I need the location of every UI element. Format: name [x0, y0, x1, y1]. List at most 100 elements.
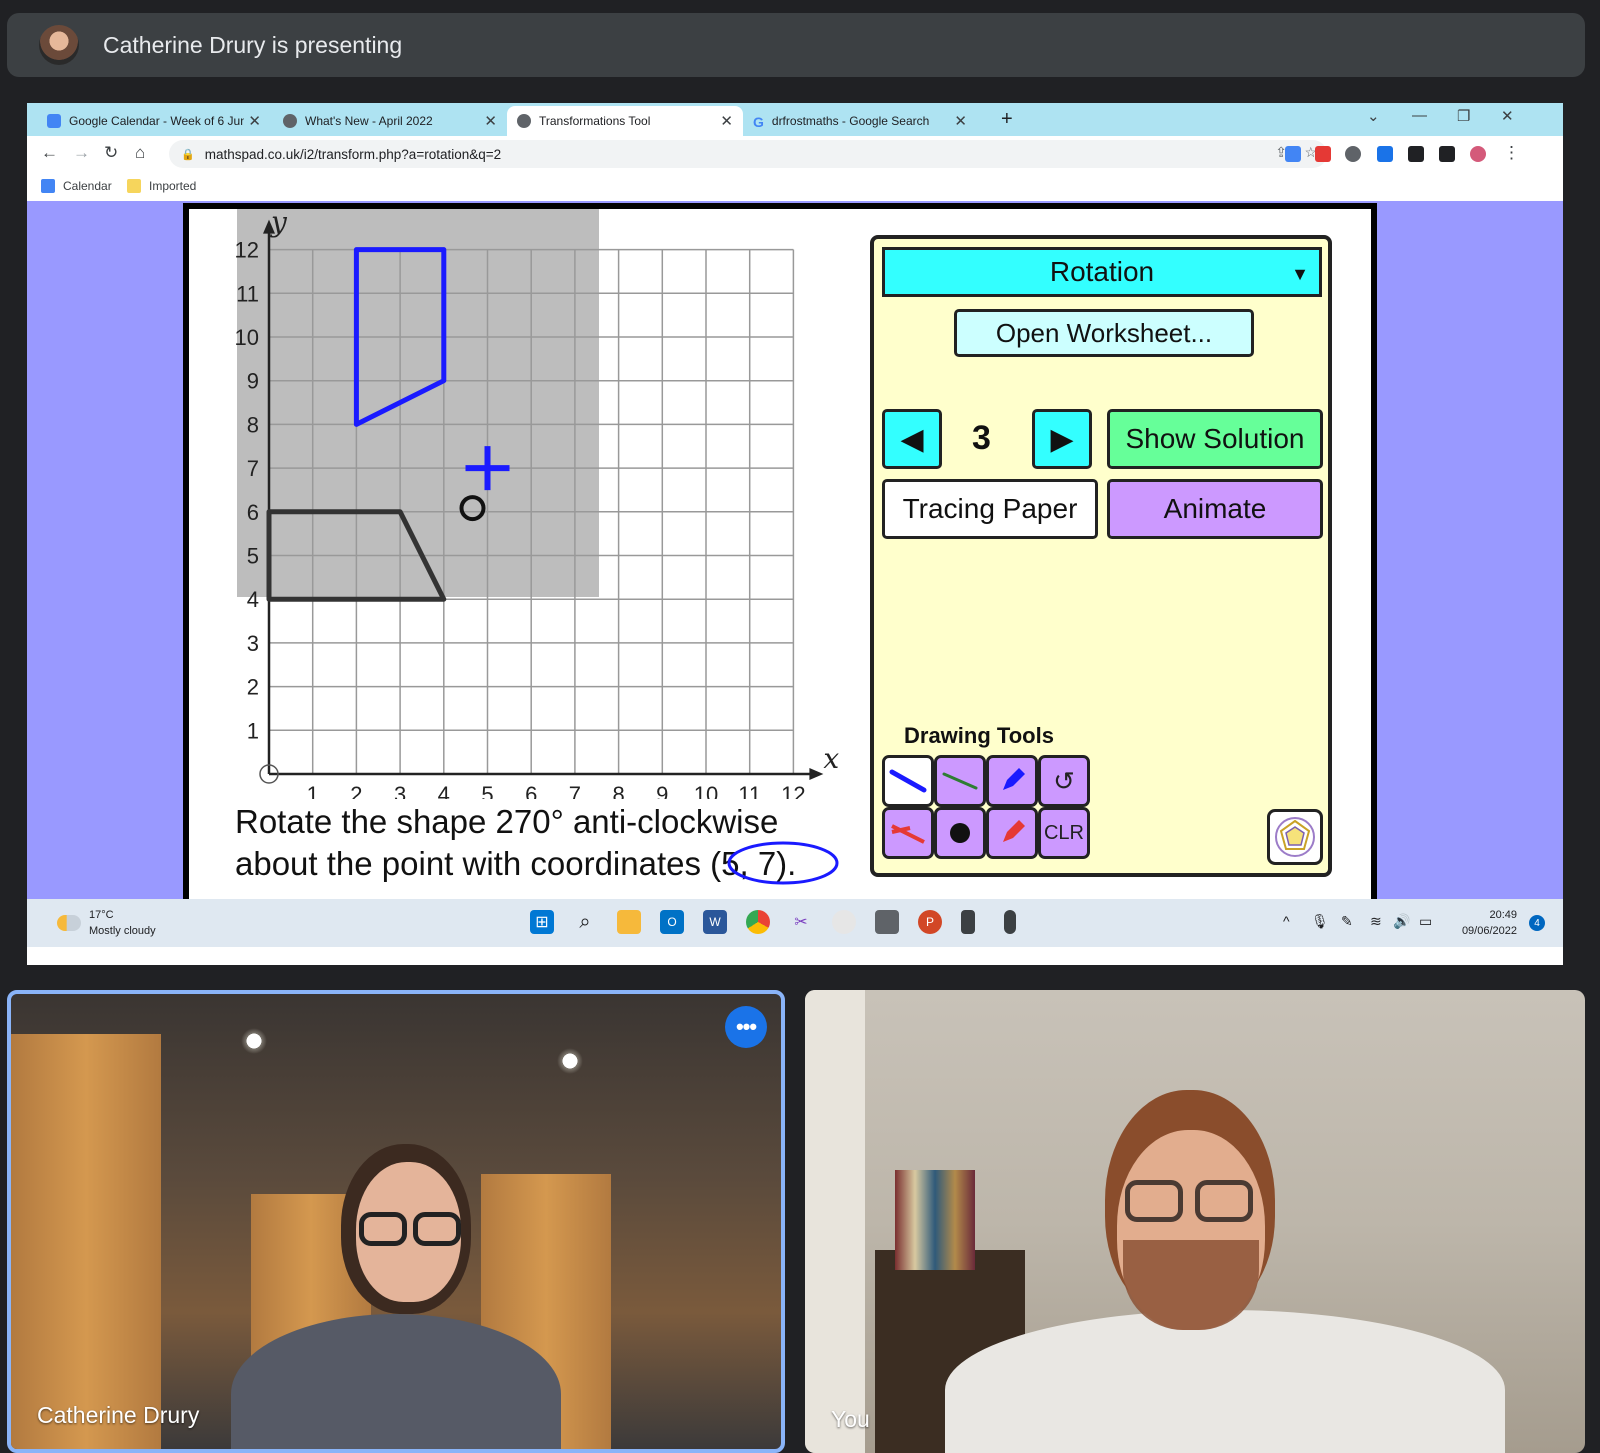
rotate-cursor-icon [459, 495, 486, 522]
close-icon[interactable]: ✕ [484, 112, 497, 130]
back-icon[interactable]: ← [41, 143, 58, 163]
restore-icon[interactable]: ❐ [1457, 107, 1470, 125]
tab-whats-new[interactable]: What's New - April 2022 ✕ [273, 106, 507, 136]
kebab-menu-icon[interactable]: ⋮ [1503, 143, 1520, 163]
browser-tabstrip: Google Calendar - Week of 6 Jun ✕ What's… [27, 103, 1563, 136]
y-tick-label: 4 [247, 587, 259, 612]
y-tick-label: 3 [247, 631, 259, 656]
tab-google-calendar[interactable]: Google Calendar - Week of 6 Jun ✕ [37, 106, 271, 136]
participant-name: Catherine Drury [37, 1402, 200, 1428]
y-tick-label: 6 [247, 500, 259, 525]
wifi-icon[interactable]: ≋ [1370, 913, 1382, 930]
file-explorer-icon[interactable] [617, 910, 641, 934]
glasses [1195, 1180, 1253, 1222]
clock[interactable]: 20:49 09/06/2022 [1462, 907, 1517, 939]
camera-icon[interactable] [875, 910, 899, 934]
tab-search-icon[interactable]: ⌄ [1367, 107, 1380, 125]
notification-badge[interactable]: 4 [1529, 915, 1545, 931]
windows-taskbar: 17°C Mostly cloudy ⊞ ⌕ O W ✂ P ^ 🎙 ✎ ≋ 🔊… [27, 899, 1563, 947]
blue-line-tool[interactable] [882, 755, 934, 807]
word-icon[interactable]: W [703, 910, 727, 934]
side-panel-icon[interactable] [1439, 146, 1455, 162]
background-door [805, 990, 865, 1453]
show-solution-button[interactable]: Show Solution [1107, 409, 1323, 469]
extension-icon[interactable] [1315, 146, 1331, 162]
y-tick-label: 2 [247, 675, 259, 700]
y-axis-label: y [269, 209, 288, 239]
red-pencil-tool[interactable] [986, 807, 1038, 859]
video-tile-catherine[interactable]: ••• Catherine Drury [7, 990, 785, 1453]
extension-icon[interactable] [1377, 146, 1393, 162]
reload-icon[interactable]: ↻ [104, 143, 118, 163]
ceiling-light [241, 1028, 267, 1054]
dot-tool[interactable] [934, 807, 986, 859]
phone-link-icon[interactable] [961, 910, 975, 934]
x-tick-label: 1 [307, 782, 319, 799]
home-icon[interactable]: ⌂ [135, 143, 145, 163]
minimize-icon[interactable]: — [1412, 107, 1427, 124]
close-icon[interactable]: ✕ [248, 112, 261, 130]
pencil-icon [1003, 820, 1025, 842]
red-arrow-tool[interactable] [882, 807, 934, 859]
tab-title: drfrostmaths - Google Search [771, 114, 930, 128]
forward-icon[interactable]: → [73, 143, 90, 163]
weather-widget[interactable]: 17°C Mostly cloudy [57, 907, 156, 939]
bookmark-imported[interactable]: Imported [127, 179, 196, 193]
url-bar[interactable]: 🔒 mathspad.co.uk/i2/transform.php?a=rota… [169, 140, 1327, 168]
open-worksheet-button[interactable]: Open Worksheet... [954, 309, 1254, 357]
new-tab-icon[interactable]: + [1001, 108, 1013, 131]
windows-start-icon[interactable]: ⊞ [530, 910, 554, 934]
more-options-button[interactable]: ••• [725, 1006, 767, 1048]
undo-icon: ↺ [1053, 765, 1075, 796]
pen-icon[interactable]: ✎ [1341, 913, 1353, 930]
snipping-tool-icon[interactable]: ✂ [789, 910, 813, 934]
clear-button[interactable]: CLR [1038, 807, 1090, 859]
powerpoint-icon[interactable]: P [918, 910, 942, 934]
app-icon[interactable] [1004, 910, 1016, 934]
battery-icon[interactable]: ▭ [1419, 913, 1432, 930]
ceiling-light [557, 1048, 583, 1074]
lock-icon: 🔒 [181, 148, 195, 161]
green-line-tool[interactable] [934, 755, 986, 807]
puzzle-icon[interactable] [1408, 146, 1424, 162]
control-panel: Rotation ▼ Open Worksheet... ◀ 3 ▶ Show … [870, 235, 1332, 877]
transformation-select[interactable]: Rotation ▼ [882, 247, 1322, 297]
video-tile-you[interactable]: You [805, 990, 1585, 1453]
window-close-icon[interactable]: ✕ [1501, 107, 1514, 125]
tab-google-search[interactable]: G drfrostmaths - Google Search ✕ [743, 106, 977, 136]
profile-avatar-icon[interactable] [1470, 146, 1486, 162]
x-tick-label: 7 [569, 782, 581, 799]
search-icon[interactable]: ⌕ [573, 910, 597, 934]
close-icon[interactable]: ✕ [720, 112, 733, 130]
extension-icon[interactable] [1285, 146, 1301, 162]
photos-icon[interactable] [832, 910, 856, 934]
background-cabinet [11, 1034, 161, 1449]
undo-tool[interactable]: ↺ [1038, 755, 1090, 807]
blue-pencil-tool[interactable] [986, 755, 1038, 807]
bookmark-calendar[interactable]: Calendar [41, 179, 112, 193]
extension-icon[interactable] [1345, 146, 1361, 162]
animate-button[interactable]: Animate [1107, 479, 1323, 539]
tab-transformations-tool[interactable]: Transformations Tool ✕ [507, 106, 743, 136]
coordinate-grid[interactable]: 1 2 3 4 5 6 7 8 9 10 11 12123456789101112xy [189, 209, 849, 799]
address-bar-row: ← → ↻ ⌂ 🔒 mathspad.co.uk/i2/transform.ph… [27, 136, 1563, 172]
x-tick-label: 4 [438, 782, 450, 799]
glasses [1125, 1180, 1183, 1222]
x-tick-label: 10 [694, 782, 718, 799]
mathspad-logo-button[interactable] [1267, 809, 1323, 865]
chrome-icon[interactable] [746, 910, 770, 934]
y-tick-label: 11 [236, 281, 259, 306]
next-question-button[interactable]: ▶ [1032, 409, 1092, 469]
previous-question-button[interactable]: ◀ [882, 409, 942, 469]
transformation-value: Rotation [1049, 256, 1155, 287]
close-icon[interactable]: ✕ [954, 112, 967, 130]
x-tick-label: 8 [612, 782, 624, 799]
question-line-1: Rotate the shape 270° anti-clockwise [235, 803, 779, 840]
microphone-icon[interactable]: 🎙 [1311, 913, 1329, 930]
tracing-paper-button[interactable]: Tracing Paper [882, 479, 1098, 539]
y-tick-label: 5 [247, 544, 259, 569]
glasses [413, 1212, 461, 1246]
outlook-icon[interactable]: O [660, 910, 684, 934]
volume-icon[interactable]: 🔊 [1393, 913, 1410, 930]
chevron-up-icon[interactable]: ^ [1283, 913, 1290, 929]
